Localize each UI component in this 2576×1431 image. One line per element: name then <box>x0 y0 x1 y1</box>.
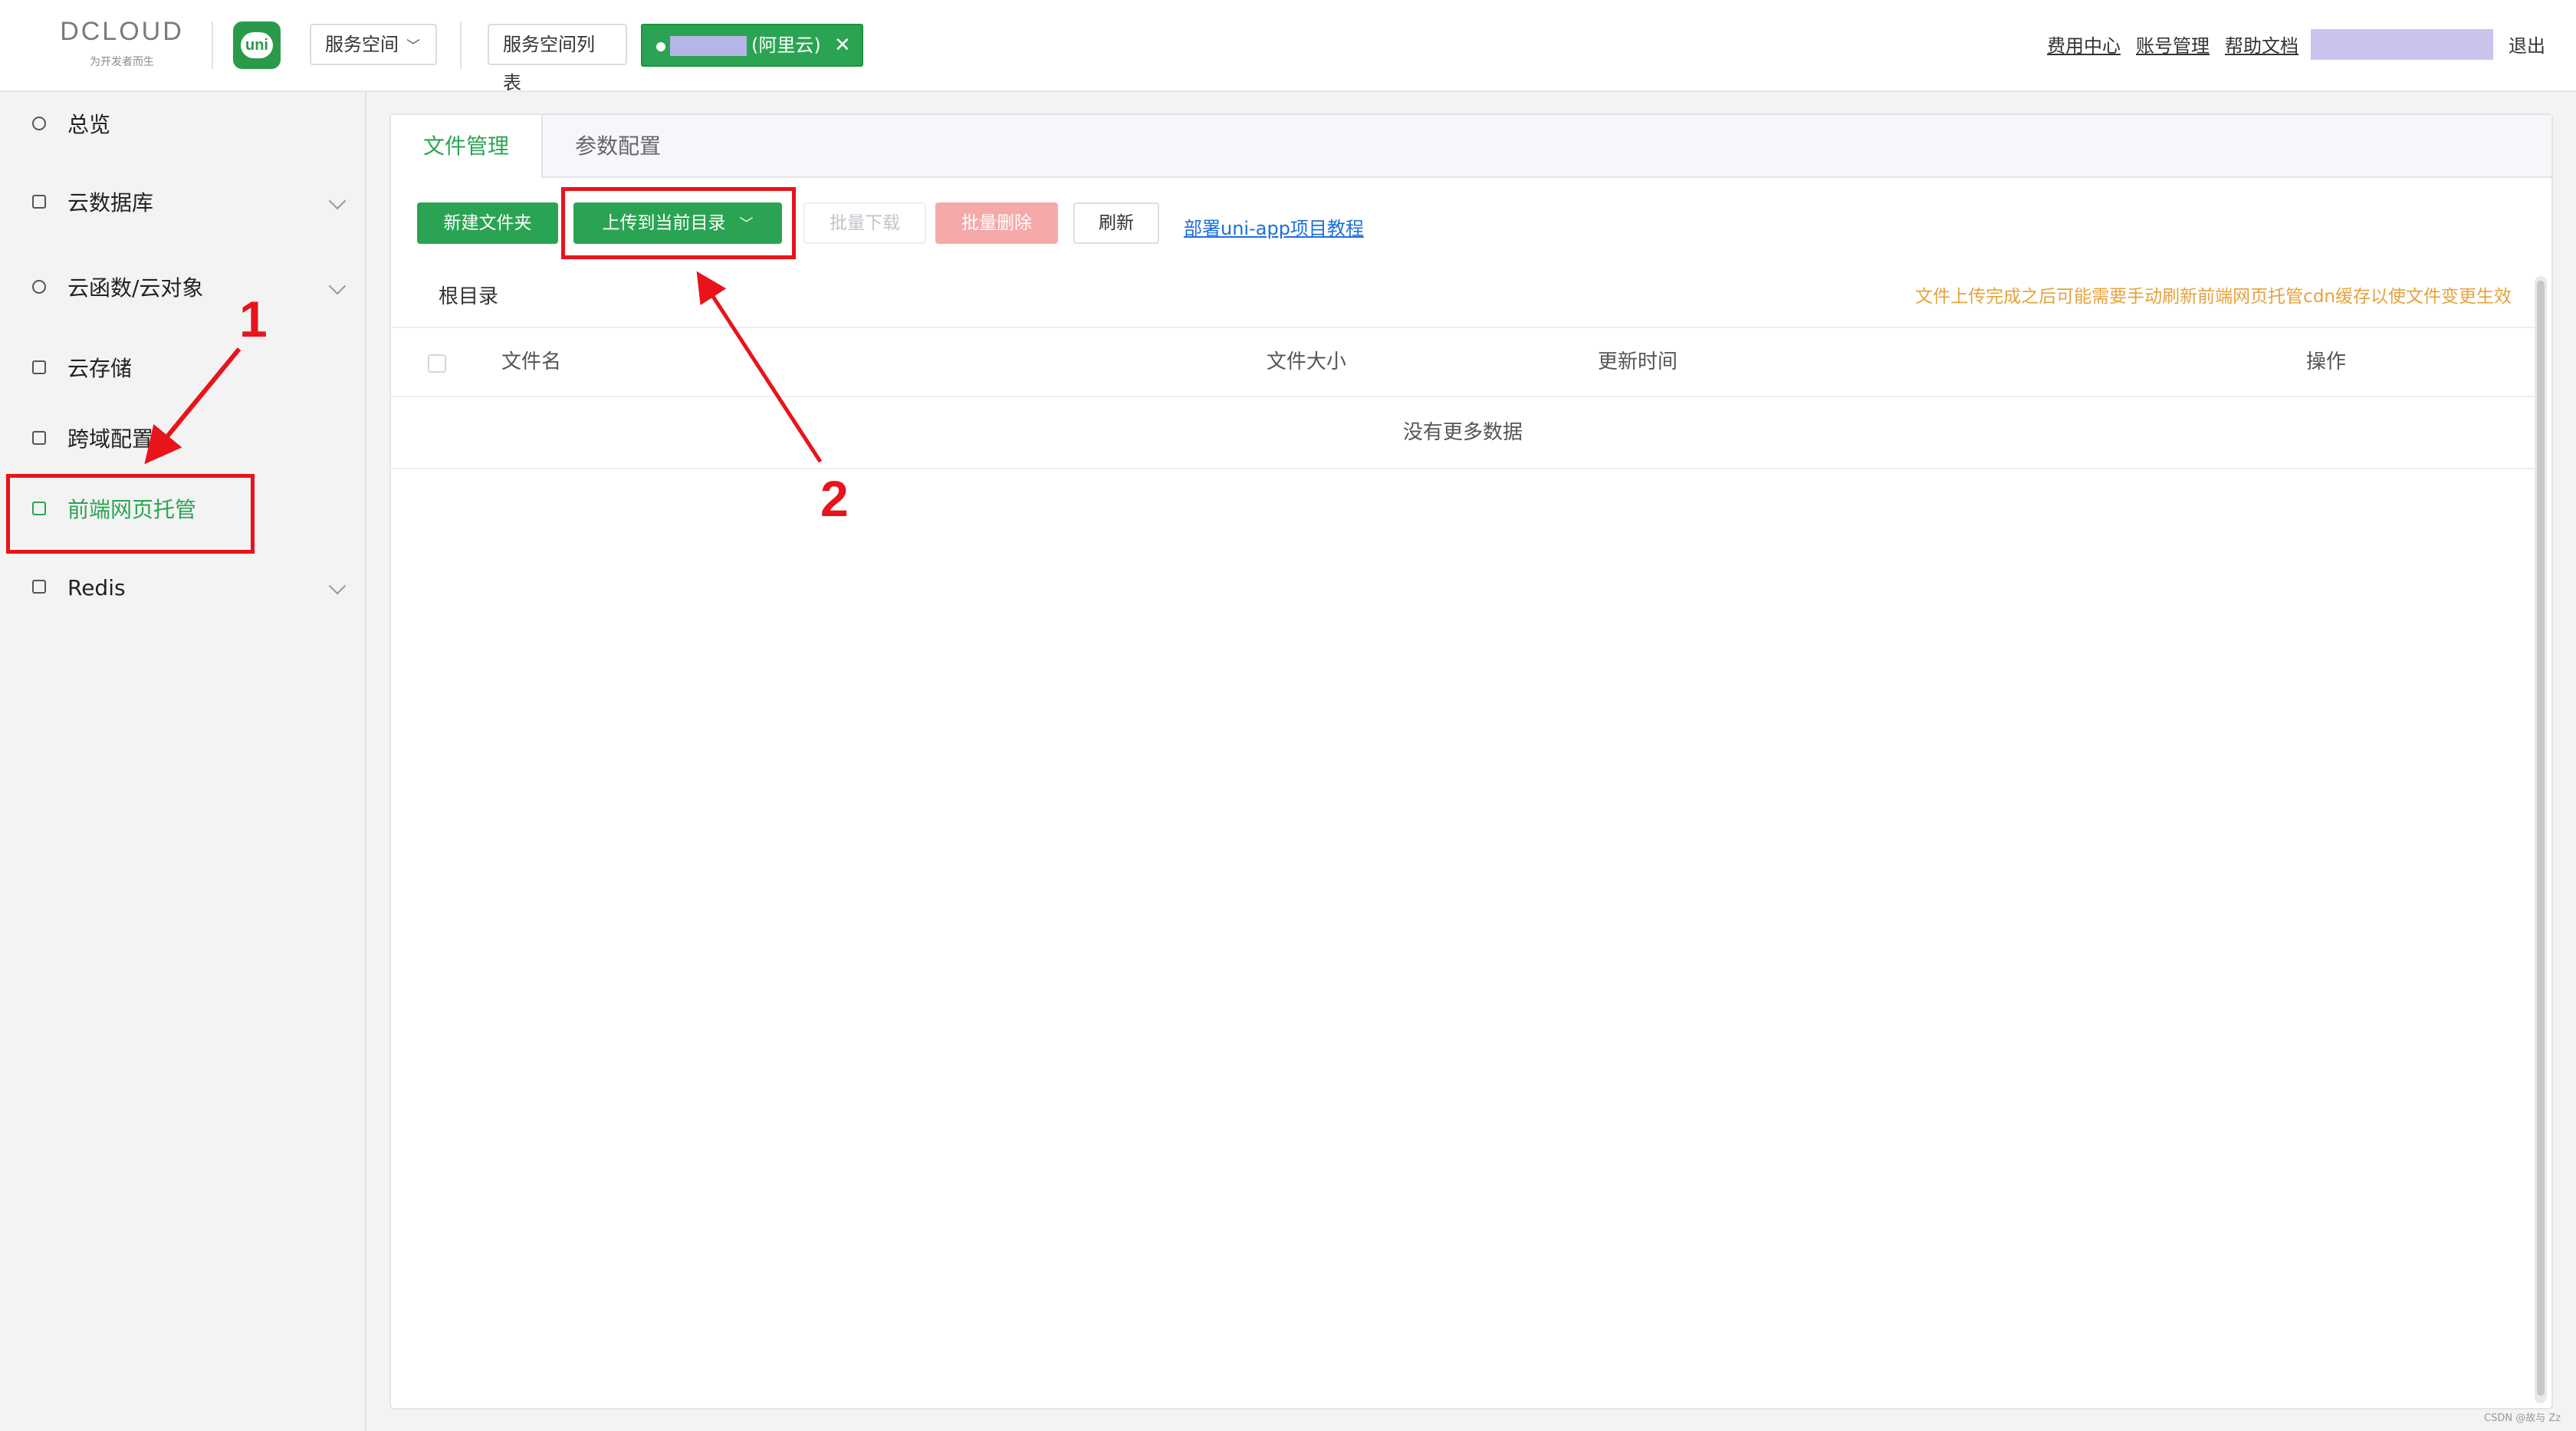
dcloud-logo[interactable]: DCLOUD 为开发者而生 <box>49 17 195 72</box>
tab-file-management[interactable]: 文件管理 <box>391 115 543 178</box>
column-header-name: 文件名 <box>501 350 562 373</box>
select-all-checkbox[interactable] <box>428 354 446 373</box>
sidebar-item-label: 云函数/云对象 <box>67 275 204 301</box>
file-manager-panel: 文件管理 参数配置 新建文件夹 上传到当前目录 ﹀ 批量下载 批量删除 刷新 部署… <box>389 113 2553 1410</box>
column-header-actions: 操作 <box>2306 350 2347 373</box>
empty-row: 没有更多数据 <box>391 397 2535 469</box>
chevron-down-icon: ﹀ <box>406 38 420 54</box>
storage-icon <box>32 360 46 374</box>
chevron-down-icon <box>328 277 347 295</box>
sidebar-item-label: Redis <box>67 575 126 600</box>
refresh-button[interactable]: 刷新 <box>1073 202 1159 244</box>
database-icon <box>32 195 46 209</box>
help-link[interactable]: 帮助文档 <box>2225 31 2298 58</box>
annotation-box-1 <box>6 474 255 554</box>
annotation-number-1: 1 <box>239 291 268 347</box>
breadcrumb-row: 根目录 文件上传完成之后可能需要手动刷新前端网页托管cdn缓存以使文件变更生效 <box>391 267 2535 328</box>
scrollbar-thumb[interactable] <box>2537 281 2545 1396</box>
logout-link[interactable]: 退出 <box>2509 31 2545 58</box>
batch-download-button[interactable]: 批量下载 <box>803 202 926 244</box>
sidebar-item-overview[interactable]: 总览 <box>0 98 365 152</box>
vertical-scrollbar[interactable] <box>2535 276 2547 1403</box>
account-link[interactable]: 账号管理 <box>2136 31 2210 58</box>
cors-icon <box>32 431 46 445</box>
deploy-tutorial-link[interactable]: 部署uni-app项目教程 <box>1184 213 1364 240</box>
annotation-number-2: 2 <box>820 470 849 527</box>
close-icon[interactable]: ✕ <box>834 25 851 65</box>
space-dropdown[interactable]: 服务空间 ﹀ <box>310 24 437 65</box>
sidebar-item-cors[interactable]: 跨域配置 <box>0 413 365 466</box>
uni-logo-text: uni <box>241 32 273 58</box>
logo-tagline: 为开发者而生 <box>90 56 154 68</box>
sidebar-item-label: 云数据库 <box>67 190 154 215</box>
sidebar-item-cloud-function[interactable]: 云函数/云对象 <box>0 262 365 315</box>
column-header-updated: 更新时间 <box>1598 350 1678 373</box>
env-tag[interactable]: (阿里云) ✕ <box>641 24 863 67</box>
status-dot-icon <box>656 42 665 51</box>
sidebar: 总览 云数据库 云函数/云对象 云存储 跨域配置 前端网页托管 Redis <box>0 92 366 1431</box>
header-divider <box>460 21 462 69</box>
logo-text: DCLOUD <box>60 17 184 46</box>
redacted-user-name <box>2311 29 2493 60</box>
new-folder-button[interactable]: 新建文件夹 <box>417 202 558 244</box>
watermark: CSDN @故与 Zz <box>2484 1413 2561 1424</box>
sidebar-item-label: 跨域配置 <box>67 426 154 452</box>
empty-state-text: 没有更多数据 <box>1402 421 1523 444</box>
tab-bar: 文件管理 参数配置 <box>391 115 2551 178</box>
annotation-box-2 <box>561 187 796 259</box>
billing-link[interactable]: 费用中心 <box>2047 31 2121 58</box>
sidebar-item-label: 总览 <box>67 112 111 137</box>
batch-delete-button[interactable]: 批量删除 <box>935 202 1058 244</box>
uni-logo-icon: uni <box>233 21 281 69</box>
sidebar-item-redis[interactable]: Redis <box>0 561 365 615</box>
overview-icon <box>32 117 46 130</box>
top-header: DCLOUD 为开发者而生 uni 服务空间 ﹀ 服务空间列表 (阿里云) ✕ 费… <box>0 0 2576 94</box>
sidebar-item-label: 云存储 <box>67 356 133 381</box>
column-header-size: 文件大小 <box>1267 350 1347 373</box>
cdn-notice: 文件上传完成之后可能需要手动刷新前端网页托管cdn缓存以使文件变更生效 <box>1915 287 2512 307</box>
breadcrumb[interactable]: 根目录 <box>439 267 498 327</box>
sidebar-item-storage[interactable]: 云存储 <box>0 342 365 396</box>
cloud-function-icon <box>32 280 46 294</box>
tab-parameter-config[interactable]: 参数配置 <box>543 115 693 178</box>
redacted-space-name <box>670 36 747 56</box>
space-list-button[interactable]: 服务空间列表 <box>488 24 627 94</box>
space-dropdown-label: 服务空间 <box>325 34 399 55</box>
sidebar-item-database[interactable]: 云数据库 <box>0 176 365 230</box>
header-divider <box>212 21 213 69</box>
chevron-down-icon <box>328 577 347 595</box>
env-provider-label: (阿里云) <box>751 35 821 56</box>
table-header: 文件名 文件大小 更新时间 操作 <box>391 328 2535 397</box>
chevron-down-icon <box>328 192 347 210</box>
redis-icon <box>32 580 46 594</box>
